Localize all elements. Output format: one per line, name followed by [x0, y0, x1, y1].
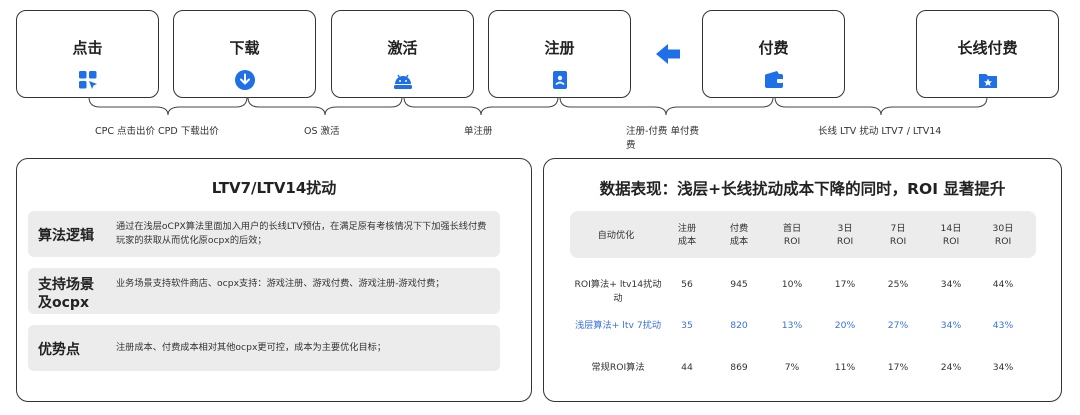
wallet-icon: [764, 71, 783, 88]
table-cell: 27%: [887, 320, 909, 331]
brace-1: [88, 96, 248, 116]
header-roi7-l1: 7日: [890, 223, 906, 234]
left-arrow-icon: [656, 44, 680, 64]
table-cell: 44%: [992, 279, 1014, 290]
grid-click-icon: [78, 71, 97, 89]
data-panel-title: 数据表现：浅层+长线扰动成本下降的同时，ROI 显著提升: [599, 180, 1006, 198]
row-scenario: 支持场景 及ocpx 业务场景支持软件商店、ocpx支持：游戏注册、游戏付费、游…: [28, 268, 500, 314]
caption-register: 单注册: [464, 126, 493, 137]
star-folder-icon: [978, 74, 997, 88]
brace-3: [403, 96, 559, 116]
header-auto-opt: 自动优化: [597, 230, 635, 241]
row-head: 算法逻辑: [38, 228, 94, 244]
table-cell: 10%: [781, 279, 803, 290]
header-roi14-l1: 14日: [940, 223, 962, 234]
table-row-name: 常规ROI算法: [591, 362, 645, 373]
table-cell: 34%: [992, 362, 1014, 373]
row-body: 通过在浅层oCPX算法里面加入用户的长线LTV预估，在满足原有考核情况下下加强长…: [116, 221, 487, 246]
stage-click: 点击: [16, 10, 159, 98]
table-cell: 11%: [834, 362, 856, 373]
table-cell: 17%: [834, 279, 856, 290]
table-row-name: ROI算法+ ltv14扰动: [574, 279, 662, 290]
table-row-name-wrap: 动: [613, 293, 623, 304]
header-pay-cost-l2: 成本: [729, 236, 749, 247]
header-roi7-l2: ROI: [889, 236, 907, 247]
row-body: 注册成本、付费成本相对其他ocpx更可控，成本为主要优化目标；: [116, 342, 387, 353]
stage-pay: 付费: [702, 10, 845, 98]
header-reg-cost-l1: 注册: [677, 223, 697, 234]
header-roi30-l1: 30日: [992, 223, 1014, 234]
brace-5: [774, 96, 988, 116]
brace-4: [559, 96, 774, 116]
header-roi1-l2: ROI: [783, 236, 801, 247]
row-algorithm: 算法逻辑 通过在浅层oCPX算法里面加入用户的长线LTV预估，在满足原有考核情况…: [28, 211, 500, 257]
table-cell: 869: [730, 362, 748, 373]
row-body: 业务场景支持软件商店、ocpx支持：游戏注册、游戏付费、游戏注册-游戏付费；: [116, 278, 445, 289]
header-roi3-l2: ROI: [836, 236, 854, 247]
table-cell: 44: [681, 362, 693, 373]
table-cell: 35: [681, 320, 693, 331]
header-roi1-l1: 首日: [782, 223, 802, 234]
row-head: 优势点: [38, 342, 80, 358]
caption-register-pay-wrap: 费: [626, 140, 636, 151]
row-advantage: 优势点 注册成本、付费成本相对其他ocpx更可控，成本为主要优化目标；: [28, 325, 500, 371]
header-reg-cost-l2: 成本: [677, 236, 697, 247]
download-icon: [234, 70, 255, 90]
table-cell: 820: [730, 320, 748, 331]
stage-label: 长线付费: [957, 39, 1018, 57]
header-roi30-l2: ROI: [994, 236, 1012, 247]
caption-register-pay: 注册-付费 单付费: [626, 126, 699, 137]
stage-label: 激活: [387, 39, 418, 57]
table-cell: 945: [730, 279, 748, 290]
stage-label: 付费: [758, 39, 789, 57]
table-cell: 56: [681, 279, 693, 290]
header-roi14-l2: ROI: [942, 236, 960, 247]
table-cell: 34%: [940, 279, 962, 290]
stage-activate: 激活: [331, 10, 474, 98]
table-cell: 13%: [781, 320, 803, 331]
table-cell: 20%: [834, 320, 856, 331]
row-head-line1: 支持场景: [38, 277, 94, 293]
stage-label: 注册: [544, 39, 575, 57]
table-cell: 17%: [887, 362, 909, 373]
caption-click-download: CPC 点击出价 CPD 下载出价: [95, 126, 219, 137]
stage-register: 注册: [488, 10, 631, 98]
table-cell: 25%: [887, 279, 909, 290]
caption-activate: OS 激活: [304, 126, 340, 137]
caption-ltv: 长线 LTV 扰动 LTV7 / LTV14: [818, 126, 942, 137]
row-head-line2: 及ocpx: [38, 295, 89, 311]
table-row-name: 浅层算法+ ltv 7扰动: [574, 320, 662, 331]
stage-label: 点击: [72, 39, 103, 57]
brace-2: [247, 96, 403, 116]
table-cell: 34%: [940, 320, 962, 331]
table-cell: 7%: [784, 362, 800, 373]
table-cell: 24%: [940, 362, 962, 373]
android-icon: [393, 74, 412, 89]
ltv-panel-title: LTV7/LTV14扰动: [211, 179, 337, 197]
stage-long-pay: 长线付费: [916, 10, 1059, 98]
stage-download: 下载: [173, 10, 316, 98]
header-pay-cost-l1: 付费: [729, 223, 749, 234]
table-cell: 43%: [992, 320, 1014, 331]
stage-label: 下载: [229, 39, 260, 57]
register-card-icon: [552, 71, 567, 89]
header-roi3-l1: 3日: [837, 223, 853, 234]
